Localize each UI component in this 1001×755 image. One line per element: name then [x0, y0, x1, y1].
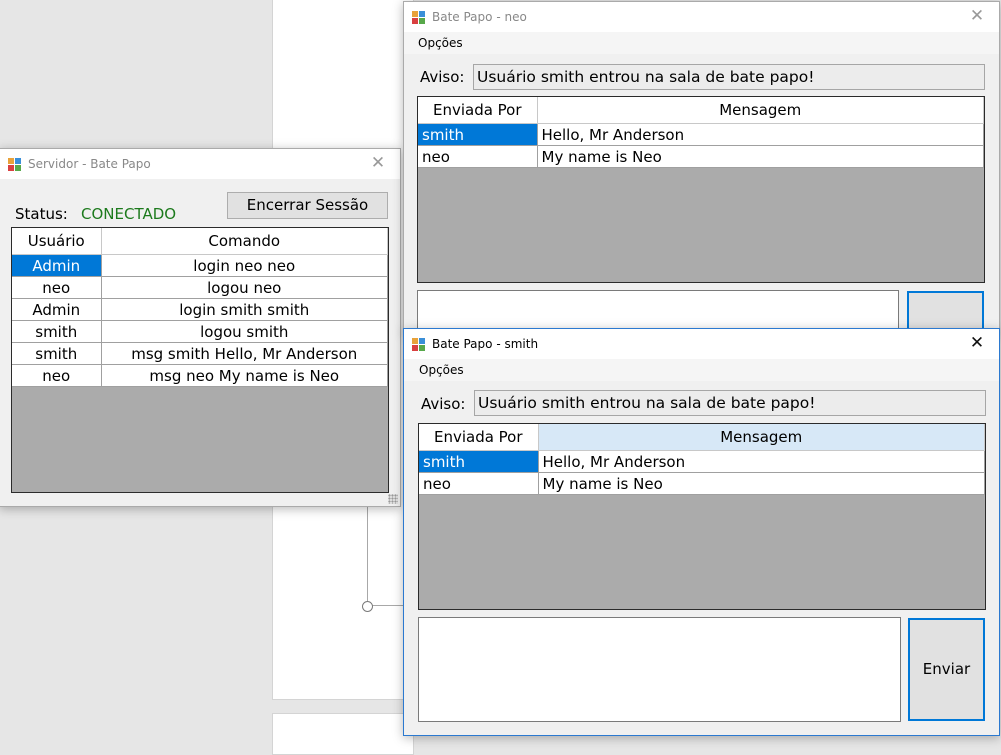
app-icon — [412, 11, 425, 24]
table-row[interactable]: Admin login smith smith — [12, 298, 388, 321]
column-header-enviada-por[interactable]: Enviada Por — [418, 97, 538, 124]
table-row[interactable]: smith Hello, Mr Anderson — [418, 123, 984, 146]
cell-command[interactable]: msg smith Hello, Mr Anderson — [101, 342, 388, 365]
status-label: Status: — [15, 205, 68, 223]
cell-message[interactable]: Hello, Mr Anderson — [537, 123, 984, 146]
designer-selection-frame — [367, 505, 408, 606]
server-window: Servidor - Bate Papo ✕ Status: CONECTADO… — [0, 148, 401, 507]
notice-text: Usuário smith entrou na sala de bate pap… — [473, 64, 985, 90]
cell-command[interactable]: msg neo My name is Neo — [101, 364, 388, 387]
table-row[interactable]: neo msg neo My name is Neo — [12, 364, 388, 387]
end-session-button[interactable]: Encerrar Sessão — [227, 192, 388, 219]
close-icon[interactable]: ✕ — [955, 329, 999, 359]
chat-smith-titlebar[interactable]: Bate Papo - smith ✕ — [404, 329, 999, 359]
chat-window-smith: Bate Papo - smith ✕ Opções Aviso: Usuári… — [403, 328, 1000, 736]
table-row[interactable]: smith logou smith — [12, 320, 388, 343]
window-title: Servidor - Bate Papo — [28, 157, 151, 171]
table-row[interactable]: neo logou neo — [12, 276, 388, 299]
column-header-enviada-por[interactable]: Enviada Por — [419, 424, 539, 451]
cell-message[interactable]: My name is Neo — [538, 472, 985, 495]
column-header-usuario[interactable]: Usuário — [12, 228, 102, 255]
cell-command[interactable]: login smith smith — [101, 298, 388, 321]
server-command-grid[interactable]: Usuário Comando Admin login neo neo neo … — [11, 227, 389, 493]
table-row[interactable]: neo My name is Neo — [418, 145, 984, 168]
notice-label: Aviso: — [420, 68, 465, 86]
column-header-mensagem[interactable]: Mensagem — [537, 97, 984, 124]
app-icon — [412, 338, 425, 351]
server-titlebar[interactable]: Servidor - Bate Papo ✕ — [0, 149, 400, 179]
menubar: Opções — [404, 32, 999, 54]
menu-opcoes[interactable]: Opções — [419, 363, 464, 377]
window-title: Bate Papo - smith — [432, 337, 539, 351]
cell-sender[interactable]: neo — [418, 145, 538, 168]
app-icon — [8, 158, 21, 171]
close-icon[interactable]: ✕ — [356, 149, 400, 179]
column-header-mensagem[interactable]: Mensagem — [538, 424, 985, 451]
menu-opcoes[interactable]: Opções — [418, 36, 463, 50]
close-icon[interactable]: ✕ — [955, 2, 999, 32]
message-input[interactable] — [418, 617, 901, 722]
cell-user[interactable]: Admin — [12, 298, 102, 321]
notice-label: Aviso: — [421, 395, 466, 413]
cell-sender[interactable]: neo — [419, 472, 539, 495]
cell-user[interactable]: smith — [12, 342, 102, 365]
cell-message[interactable]: Hello, Mr Anderson — [538, 450, 985, 473]
table-row[interactable]: smith msg smith Hello, Mr Anderson — [12, 342, 388, 365]
message-grid[interactable]: Enviada Por Mensagem smith Hello, Mr And… — [418, 423, 986, 610]
chat-neo-titlebar[interactable]: Bate Papo - neo ✕ — [404, 2, 999, 32]
cell-command[interactable]: logou smith — [101, 320, 388, 343]
cell-user[interactable]: neo — [12, 276, 102, 299]
window-title: Bate Papo - neo — [432, 10, 527, 24]
notice-text: Usuário smith entrou na sala de bate pap… — [474, 390, 986, 416]
cell-user[interactable]: smith — [12, 320, 102, 343]
cell-sender[interactable]: smith — [419, 450, 539, 473]
message-grid[interactable]: Enviada Por Mensagem smith Hello, Mr And… — [417, 96, 985, 283]
table-row[interactable]: Admin login neo neo — [12, 254, 388, 277]
resize-handle[interactable] — [362, 601, 373, 612]
send-button[interactable]: Enviar — [908, 618, 985, 721]
designer-canvas-lower — [272, 713, 414, 755]
cell-message[interactable]: My name is Neo — [537, 145, 984, 168]
cell-command[interactable]: login neo neo — [101, 254, 388, 277]
cell-user[interactable]: neo — [12, 364, 102, 387]
cell-user[interactable]: Admin — [12, 254, 102, 277]
table-row[interactable]: smith Hello, Mr Anderson — [419, 450, 985, 473]
status-value: CONECTADO — [81, 205, 177, 223]
resize-grip[interactable] — [388, 494, 398, 504]
chat-window-neo: Bate Papo - neo ✕ Opções Aviso: Usuário … — [403, 1, 1000, 351]
menubar: Opções — [404, 359, 999, 381]
column-header-comando[interactable]: Comando — [101, 228, 388, 255]
cell-command[interactable]: logou neo — [101, 276, 388, 299]
cell-sender[interactable]: smith — [418, 123, 538, 146]
table-row[interactable]: neo My name is Neo — [419, 472, 985, 495]
